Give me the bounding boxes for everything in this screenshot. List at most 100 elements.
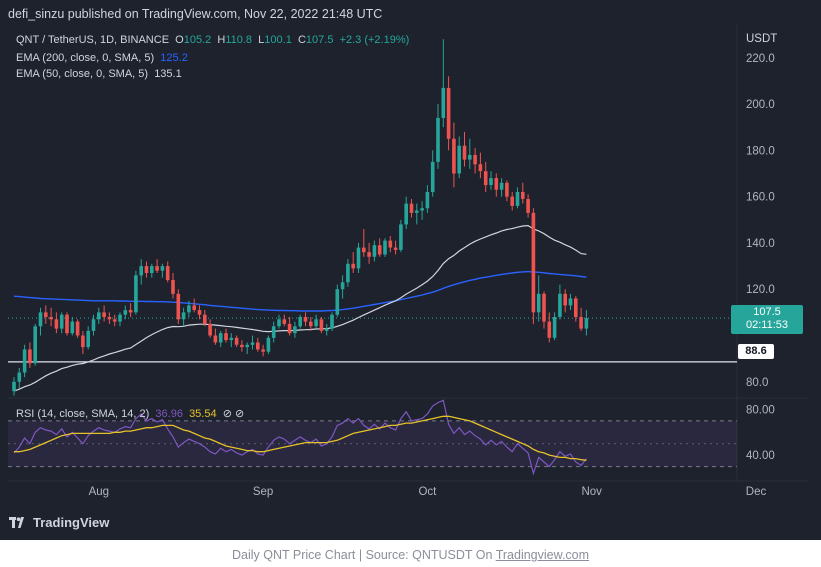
candle-body (213, 335, 218, 343)
candle-body (181, 312, 186, 320)
candle-body (229, 337, 234, 341)
candle (102, 305, 106, 322)
candle-body (97, 312, 101, 320)
ema200-legend[interactable]: EMA (200, close, 0, SMA, 5) 125.2 (16, 52, 188, 64)
candle-body (388, 240, 393, 248)
candle-body (271, 326, 276, 338)
candle (335, 284, 340, 317)
symbol-label: QNT / TetherUS, 1D, BINANCE (16, 34, 170, 46)
candle (436, 104, 440, 169)
candle-body (303, 317, 308, 322)
candle-body (340, 282, 345, 290)
candle (499, 178, 504, 197)
candle (462, 131, 467, 167)
caption-link[interactable]: Tradingview.com (496, 548, 589, 562)
candle-body (425, 192, 430, 209)
candle (340, 275, 345, 299)
rsi-hidden-icons[interactable]: ⊘ ⊘ (223, 408, 245, 420)
candle-body (245, 344, 249, 348)
candle-body (536, 293, 541, 313)
candle-body (59, 314, 64, 329)
low-value: 100.1 (264, 34, 292, 46)
candle (49, 307, 53, 327)
rsi-value: 36.96 (155, 408, 183, 420)
candle (483, 161, 488, 193)
candle (404, 196, 408, 230)
time-axis: Aug Sep Oct Nov Dec (89, 486, 767, 498)
candle (372, 240, 377, 262)
price-tick-label: 180.0 (746, 145, 775, 157)
currency-label: USDT (746, 33, 778, 45)
candle (489, 171, 493, 190)
candle-body (192, 305, 196, 310)
candle-body (123, 310, 128, 315)
candle (277, 314, 281, 329)
candle-body (494, 178, 499, 190)
ema50-legend[interactable]: EMA (50, close, 0, SMA, 5) 135.1 (16, 68, 182, 80)
candle-body (22, 349, 27, 373)
candle-body (552, 317, 557, 338)
candle-body (256, 342, 260, 350)
candle (324, 323, 329, 336)
rsi-tick-label: 40.00 (746, 450, 775, 462)
candle (473, 148, 477, 174)
candle (181, 307, 186, 327)
candle (261, 344, 265, 357)
candle (128, 303, 133, 317)
candle-body (377, 245, 382, 255)
candle-body (81, 335, 85, 348)
candle (256, 337, 260, 352)
candle (430, 150, 435, 197)
candle-body (468, 155, 472, 160)
candle (526, 194, 530, 218)
rsi-legend[interactable]: RSI (14, close, SMA, 14, 2) 36.96 35.54 … (16, 407, 244, 420)
candle-body (521, 192, 525, 199)
last-price-value: 107.5 (753, 306, 781, 318)
candle-body (542, 293, 546, 322)
candle (478, 152, 483, 179)
candle-body (346, 263, 350, 283)
candle (81, 330, 85, 355)
candle-body (54, 319, 59, 329)
open-label: O (175, 34, 184, 46)
candle (266, 335, 271, 355)
chart-canvas[interactable]: 220.0 200.0 180.0 160.0 140.0 120.0 80.0 80.00 4… (0, 0, 821, 540)
candle-body (155, 266, 159, 271)
candle (330, 312, 334, 331)
candle-body (197, 310, 202, 315)
candle-body (28, 349, 32, 364)
candle (171, 273, 175, 299)
candle (134, 270, 138, 315)
candle-body (563, 293, 567, 306)
candle (579, 307, 583, 331)
candle-body (415, 210, 419, 213)
candle-body (483, 171, 488, 186)
candle (44, 305, 48, 324)
candle-body (86, 330, 90, 348)
candle-body (176, 293, 181, 320)
candle (38, 307, 43, 336)
candle (165, 261, 170, 283)
candle (75, 319, 80, 338)
candle-body (362, 247, 366, 253)
candle (362, 229, 366, 257)
candle (399, 219, 403, 253)
candle-body (144, 266, 149, 273)
candle (452, 122, 456, 188)
tradingview-logo[interactable]: TradingView (9, 515, 109, 530)
price-tick-label: 160.0 (746, 192, 775, 204)
candle-body (208, 323, 212, 336)
candle-body (409, 203, 414, 213)
candle (563, 289, 567, 313)
candle (521, 182, 525, 204)
price-axis: 220.0 200.0 180.0 160.0 140.0 120.0 80.0 80.00 4… (746, 53, 775, 462)
price-tick-label: 200.0 (746, 99, 775, 111)
candle (234, 335, 239, 348)
candle-body (335, 289, 340, 315)
candle (17, 367, 22, 389)
candle-body (526, 199, 530, 213)
candle-body (240, 344, 244, 348)
candle (542, 291, 546, 329)
candle-body (70, 321, 75, 334)
candle-body (128, 310, 133, 313)
